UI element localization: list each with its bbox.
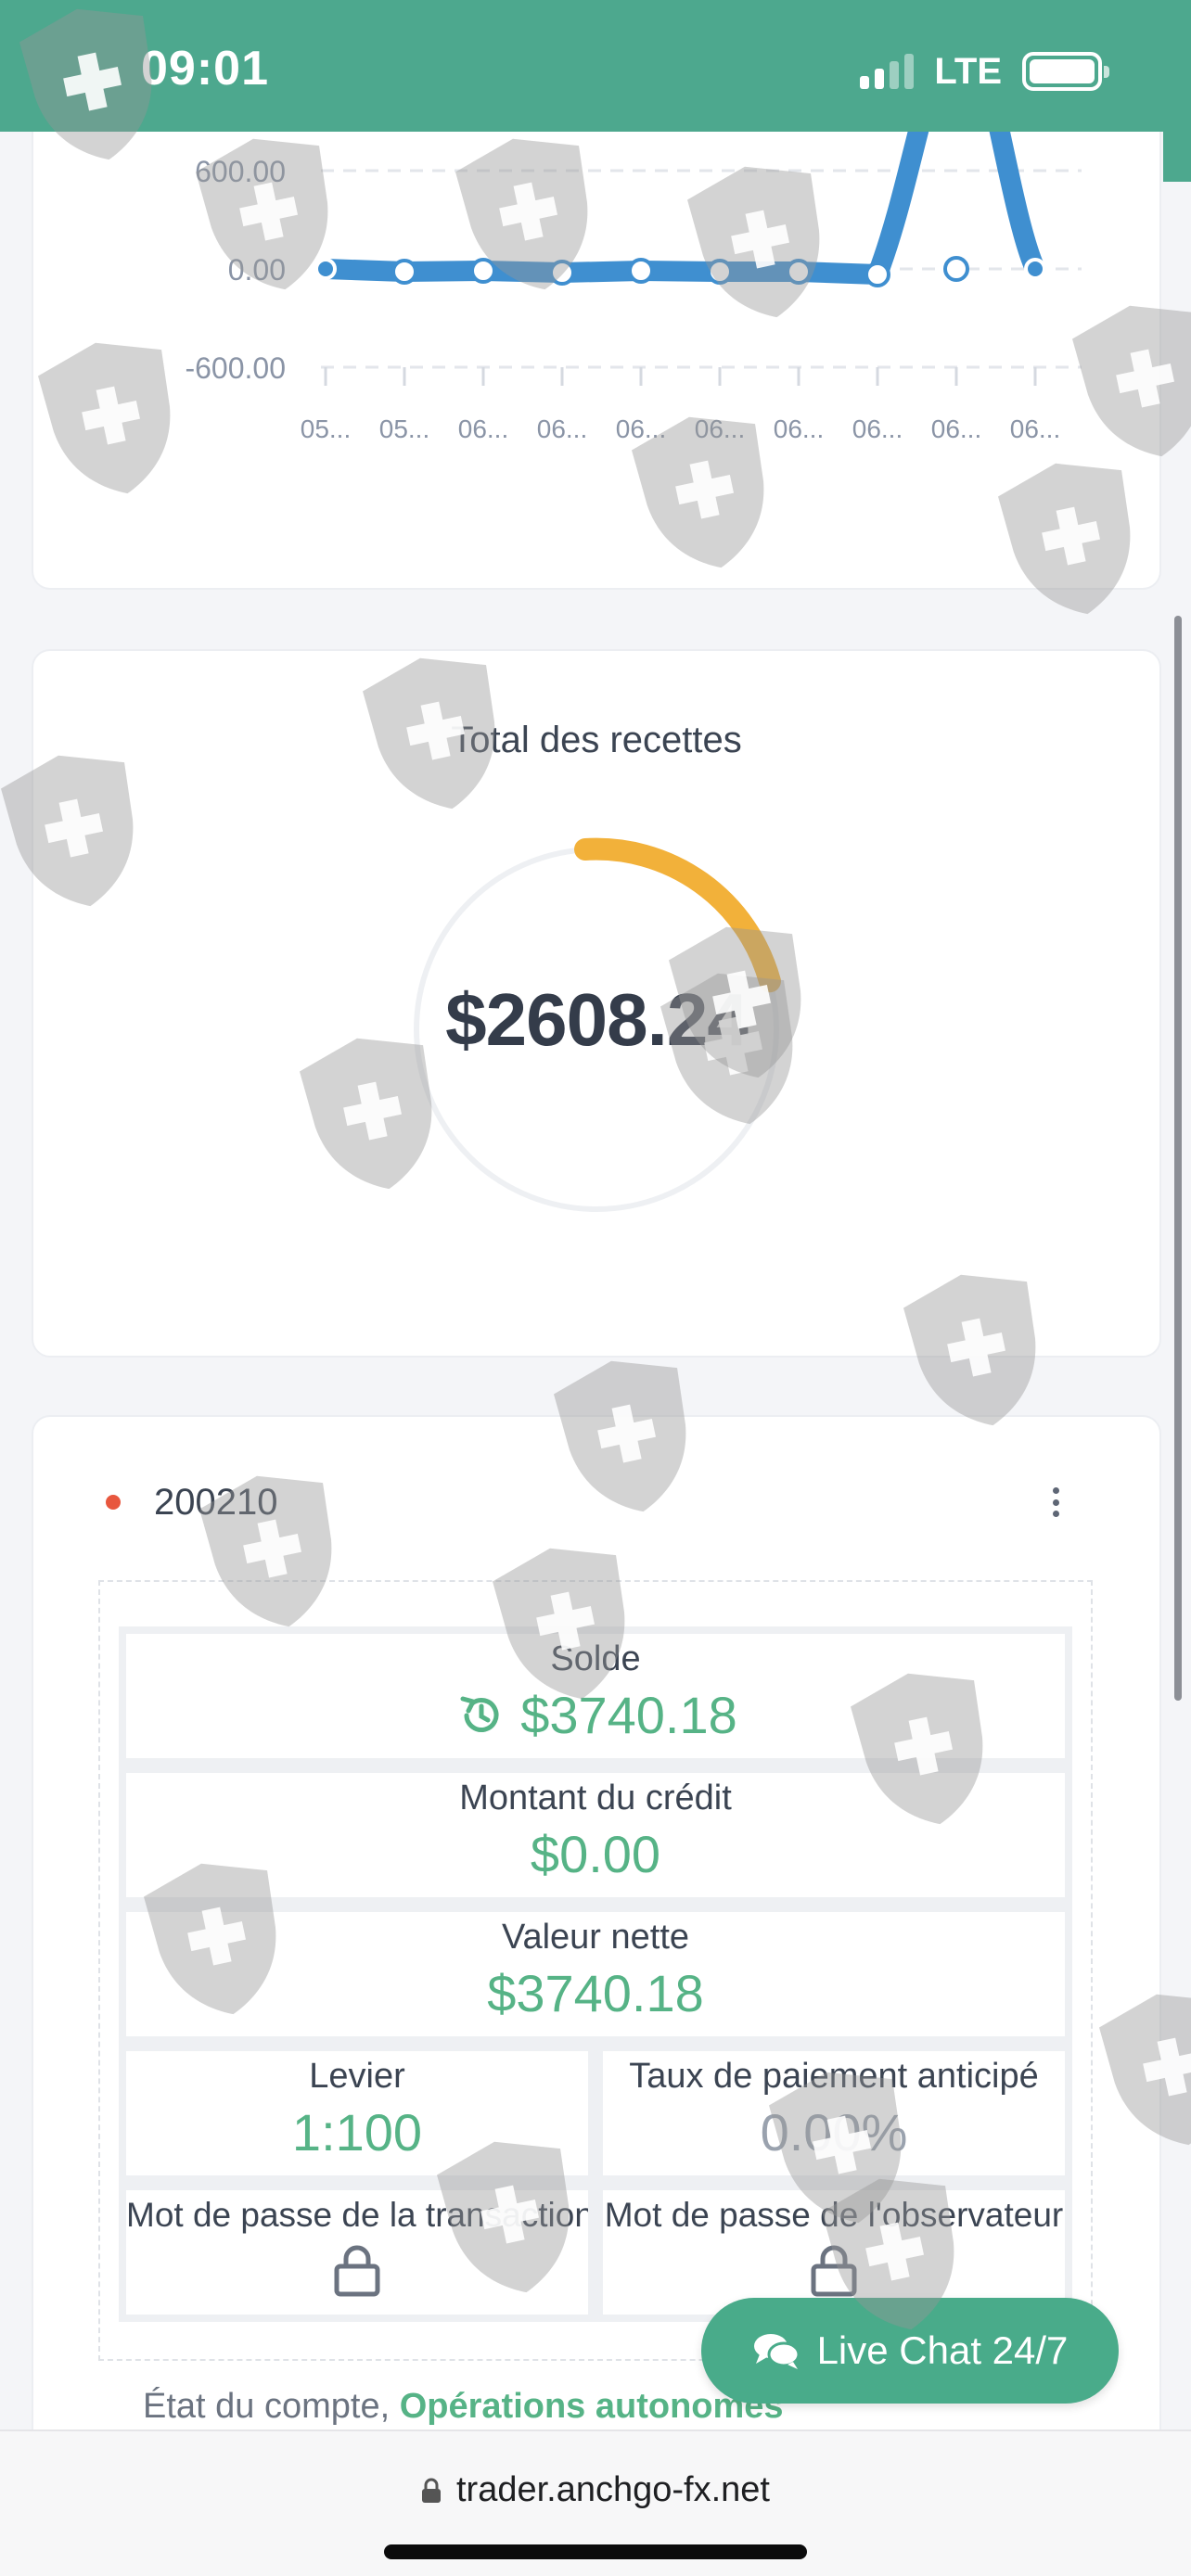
balance-value: $3740.18	[520, 1686, 737, 1744]
leverage-label: Levier	[309, 2057, 405, 2096]
earnings-line-chart: 600.00 0.00 -600.00 05... 05... 06... 06... 06.…	[185, 102, 1082, 443]
x-tick-label: 06...	[852, 414, 903, 443]
balance-label: Solde	[550, 1639, 641, 1678]
x-tick-label: 06...	[537, 414, 587, 443]
trade-password-label: Mot de passe de la transaction	[126, 2196, 594, 2234]
lock-icon[interactable]	[126, 2242, 588, 2298]
live-chat-button[interactable]: Live Chat 24/7	[701, 2298, 1119, 2404]
y-tick-label: -600.00	[185, 351, 286, 385]
browser-bottom-bar: trader.anchgo-fx.net	[0, 2429, 1191, 2576]
status-time: 09:01	[141, 42, 269, 96]
net-value-value: $3740.18	[487, 1964, 704, 2022]
account-id: 200210	[154, 1482, 278, 1523]
credit-value: $0.00	[530, 1825, 661, 1883]
x-tick-label: 06...	[458, 414, 508, 443]
data-point[interactable]	[864, 261, 890, 287]
network-type: LTE	[934, 50, 1002, 92]
more-options-icon[interactable]	[1046, 1482, 1065, 1523]
y-tick-label: 600.00	[195, 155, 286, 188]
data-point[interactable]	[1024, 258, 1046, 280]
total-revenue-value: $2608.24	[445, 978, 749, 1061]
x-tick-label: 06...	[931, 414, 981, 443]
gauge-progress-arc	[574, 837, 781, 993]
prepayment-rate-label: Taux de paiement anticipé	[629, 2057, 1039, 2096]
x-tick-label: 06...	[695, 414, 745, 443]
url-text: trader.anchgo-fx.net	[456, 2470, 770, 2509]
live-chat-label: Live Chat 24/7	[816, 2328, 1069, 2372]
prepayment-rate-cell: Taux de paiement anticipé 0.00%	[596, 2044, 1072, 2183]
address-bar[interactable]: trader.anchgo-fx.net	[0, 2470, 1191, 2510]
home-indicator[interactable]	[384, 2544, 807, 2559]
data-point[interactable]	[314, 258, 337, 280]
total-revenue-title: Total des recettes	[451, 720, 742, 760]
leverage-value: 1:100	[291, 2103, 423, 2162]
trade-password-cell[interactable]: Mot de passe de la transaction	[119, 2183, 596, 2322]
data-point[interactable]	[943, 256, 969, 282]
lock-icon[interactable]	[603, 2242, 1065, 2298]
status-indicators: LTE	[860, 48, 1109, 95]
refresh-icon[interactable]	[454, 1688, 509, 1743]
x-tick-label: 06...	[616, 414, 666, 443]
data-point[interactable]	[628, 258, 654, 284]
battery-icon	[1022, 52, 1109, 91]
earnings-chart-card: 600.00 0.00 -600.00 05... 05... 06... 06... 06.…	[32, 102, 1161, 590]
scrollbar[interactable]	[1174, 616, 1182, 1701]
data-point[interactable]	[549, 260, 575, 286]
signal-icon	[860, 54, 915, 89]
x-tick-label: 05...	[379, 414, 429, 443]
prepayment-rate-value: 0.00%	[760, 2103, 908, 2162]
account-status-dot	[106, 1495, 121, 1510]
x-tick-label: 06...	[774, 414, 824, 443]
account-state-label: État du compte,	[143, 2387, 391, 2426]
x-tick-label: 06...	[1010, 414, 1060, 443]
observer-password-label: Mot de passe de l'observateur	[604, 2196, 1064, 2234]
y-tick-label: 0.00	[228, 253, 286, 287]
data-point[interactable]	[707, 259, 733, 285]
net-value-label: Valeur nette	[501, 1918, 690, 1957]
status-bar: 09:01 LTE	[0, 0, 1191, 132]
header-edge	[1163, 130, 1191, 182]
credit-label: Montant du crédit	[459, 1779, 732, 1817]
account-state: État du compte, Opérations autonomes	[143, 2387, 784, 2427]
data-point[interactable]	[470, 258, 496, 284]
x-tick-label: 05...	[301, 414, 351, 443]
balance-value-row: $3740.18	[126, 1685, 1065, 1745]
total-revenue-card: Total des recettes $2608.24	[32, 649, 1161, 1358]
credit-cell: Montant du crédit $0.00	[119, 1766, 1072, 1905]
leverage-cell: Levier 1:100	[119, 2044, 596, 2183]
data-point[interactable]	[391, 259, 417, 285]
balance-cell: Solde $3740.18	[119, 1626, 1072, 1766]
chat-bubbles-icon	[753, 2334, 800, 2369]
net-value-cell: Valeur nette $3740.18	[119, 1905, 1072, 2044]
lock-icon	[422, 2478, 441, 2503]
data-point[interactable]	[786, 259, 812, 285]
